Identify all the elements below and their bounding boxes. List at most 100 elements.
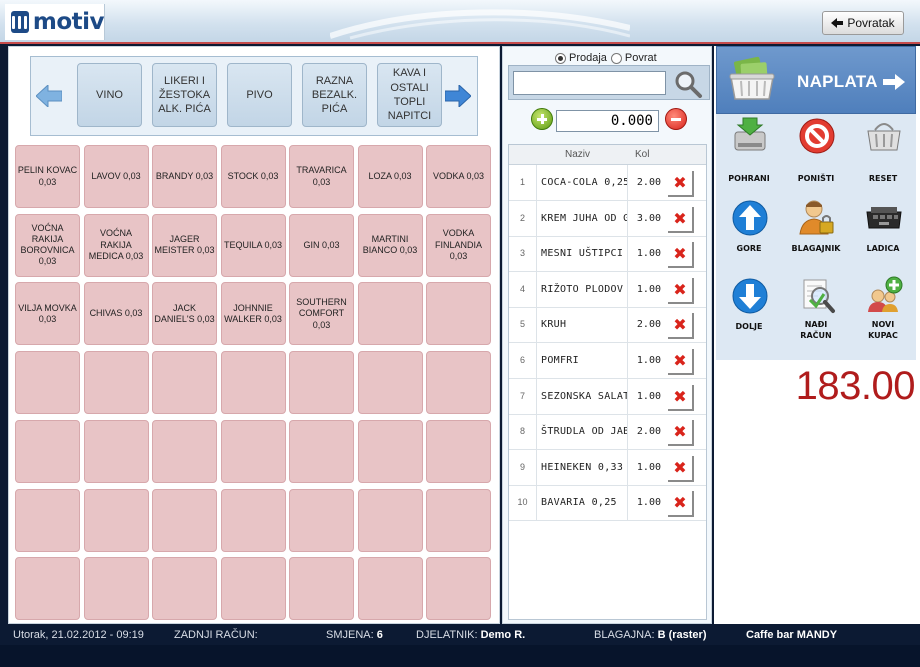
product-button[interactable]: TRAVARICA 0,03 <box>289 145 354 208</box>
search-input[interactable] <box>513 71 666 95</box>
order-row[interactable]: 1 COCA-COLA 0,25 2.00 ✖ <box>509 165 706 201</box>
product-button-empty[interactable] <box>357 351 423 415</box>
product-button[interactable]: MARTINI BIANCO 0,03 <box>357 213 423 277</box>
product-button-empty[interactable] <box>289 419 354 483</box>
product-button-empty[interactable] <box>83 557 149 621</box>
product-button[interactable]: LAVOV 0,03 <box>83 145 149 208</box>
dolje-button[interactable]: DOLJE <box>716 274 782 350</box>
product-button[interactable]: SOUTHERN COMFORT 0,03 <box>289 282 354 346</box>
product-button-empty[interactable] <box>83 351 149 415</box>
product-button[interactable]: VOĆNA RAKIJA MEDICA 0,03 <box>83 213 149 277</box>
order-row-name: SEZONSKA SALAT <box>541 390 627 402</box>
order-row[interactable]: 9 HEINEKEN 0,33 1.00 ✖ <box>509 449 706 486</box>
ponisti-button[interactable]: PONIŠTI <box>783 114 849 190</box>
order-row-qty: 2.00 <box>627 307 665 343</box>
product-button[interactable]: GIN 0,03 <box>289 213 354 277</box>
product-button[interactable]: STOCK 0,03 <box>220 145 286 208</box>
order-row-number: 3 <box>509 236 537 272</box>
product-button-empty[interactable] <box>15 488 80 552</box>
product-button[interactable]: VODKA FINLANDIA 0,03 <box>426 213 491 277</box>
product-button-empty[interactable] <box>220 488 286 552</box>
delete-row-icon[interactable]: ✖ <box>668 277 694 304</box>
category-kava[interactable]: KAVA I OSTALI TOPLI NAPITCI <box>377 63 442 127</box>
product-button[interactable]: LOZA 0,03 <box>357 145 423 208</box>
novi-kupac-button[interactable]: NOVI KUPAC <box>850 274 916 350</box>
product-button[interactable]: JOHNNIE WALKER 0,03 <box>220 282 286 346</box>
product-button-empty[interactable] <box>426 419 491 483</box>
product-button-empty[interactable] <box>357 282 423 346</box>
product-button-empty[interactable] <box>220 419 286 483</box>
product-button-empty[interactable] <box>15 419 80 483</box>
naplata-button[interactable]: NAPLATA <box>716 46 916 114</box>
delete-row-icon[interactable]: ✖ <box>668 242 694 269</box>
product-button-empty[interactable] <box>426 282 491 346</box>
product-button-empty[interactable] <box>152 488 217 552</box>
product-button-empty[interactable] <box>15 351 80 415</box>
search-icon[interactable] <box>673 70 703 98</box>
order-row[interactable]: 2 KREM JUHA OD G 3.00 ✖ <box>509 200 706 237</box>
minus-icon[interactable] <box>665 108 687 130</box>
order-row-name: MESNI UŠTIPCI <box>541 248 624 260</box>
category-likeri[interactable]: LIKERI I ŽESTOKA ALK. PIĆA <box>152 63 217 127</box>
delete-row-icon[interactable]: ✖ <box>668 349 694 375</box>
col-qty-header: Kol <box>635 149 650 160</box>
order-row[interactable]: 7 SEZONSKA SALAT 1.00 ✖ <box>509 378 706 415</box>
product-button-empty[interactable] <box>357 419 423 483</box>
product-button-empty[interactable] <box>357 557 423 621</box>
category-vino[interactable]: VINO <box>77 63 142 127</box>
delete-row-icon[interactable]: ✖ <box>668 420 694 447</box>
product-button-empty[interactable] <box>83 419 149 483</box>
reset-button[interactable]: RESET <box>850 114 916 190</box>
category-pivo[interactable]: PIVO <box>227 63 292 127</box>
product-button-empty[interactable] <box>220 351 286 415</box>
product-button[interactable]: JACK DANIEL'S 0,03 <box>152 282 217 346</box>
plus-icon[interactable] <box>531 108 553 130</box>
product-button-empty[interactable] <box>289 351 354 415</box>
product-button[interactable]: CHIVAS 0,03 <box>83 282 149 346</box>
product-button-empty[interactable] <box>289 557 354 621</box>
category-prev-arrow-icon[interactable] <box>36 85 62 107</box>
category-bezalk[interactable]: RAZNA BEZALK. PIĆA <box>302 63 367 127</box>
status-employee-label: DJELATNIK: <box>416 629 478 641</box>
product-button-empty[interactable] <box>152 557 217 621</box>
order-row[interactable]: 4 RIŽOTO PLODOV 1.00 ✖ <box>509 271 706 308</box>
order-row[interactable]: 8 ŠTRUDLA OD JAB 2.00 ✖ <box>509 414 706 451</box>
delete-row-icon[interactable]: ✖ <box>668 455 694 482</box>
order-row[interactable]: 10 BAVARIA 0,25 1.00 ✖ <box>509 485 706 522</box>
product-button[interactable]: BRANDY 0,03 <box>152 145 217 208</box>
product-button-empty[interactable] <box>426 557 491 621</box>
product-button[interactable]: JAGER MEISTER 0,03 <box>152 213 217 277</box>
delete-row-icon[interactable]: ✖ <box>668 313 694 340</box>
back-button[interactable]: Povratak <box>822 11 904 35</box>
product-button[interactable]: PELIN KOVAC 0,03 <box>15 145 80 208</box>
product-button-empty[interactable] <box>357 488 423 552</box>
product-button-empty[interactable] <box>289 488 354 552</box>
order-row[interactable]: 6 POMFRI 1.00 ✖ <box>509 343 706 379</box>
order-row[interactable]: 5 KRUH 2.00 ✖ <box>509 307 706 344</box>
product-button[interactable]: VOĆNA RAKIJA BOROVNICA 0,03 <box>15 213 80 277</box>
category-next-arrow-icon[interactable] <box>445 85 471 107</box>
product-button-empty[interactable] <box>220 557 286 621</box>
product-button[interactable]: VILJA MOVKA 0,03 <box>15 282 80 346</box>
order-row[interactable]: 3 MESNI UŠTIPCI 1.00 ✖ <box>509 236 706 273</box>
ladica-button[interactable]: LADICA <box>850 196 916 272</box>
product-button-empty[interactable] <box>152 419 217 483</box>
blagajnik-button[interactable]: BLAGAJNIK <box>783 196 849 272</box>
gore-button[interactable]: GORE <box>716 196 782 272</box>
delete-row-icon[interactable]: ✖ <box>668 171 694 197</box>
delete-row-icon[interactable]: ✖ <box>668 384 694 411</box>
pohrani-button[interactable]: POHRANI <box>716 114 782 190</box>
nadi-racun-button[interactable]: NAĐI RAČUN <box>783 274 849 350</box>
product-button-empty[interactable] <box>426 351 491 415</box>
quantity-field[interactable] <box>556 110 659 132</box>
mode-sale-radio[interactable] <box>555 52 566 64</box>
delete-row-icon[interactable]: ✖ <box>668 491 694 518</box>
product-button-empty[interactable] <box>152 351 217 415</box>
mode-return-radio[interactable] <box>610 52 622 64</box>
product-button[interactable]: TEQUILA 0,03 <box>220 213 286 277</box>
product-button[interactable]: VODKA 0,03 <box>426 145 491 208</box>
delete-row-icon[interactable]: ✖ <box>668 206 694 233</box>
product-button-empty[interactable] <box>426 488 491 552</box>
product-button-empty[interactable] <box>15 557 80 621</box>
product-button-empty[interactable] <box>83 488 149 552</box>
